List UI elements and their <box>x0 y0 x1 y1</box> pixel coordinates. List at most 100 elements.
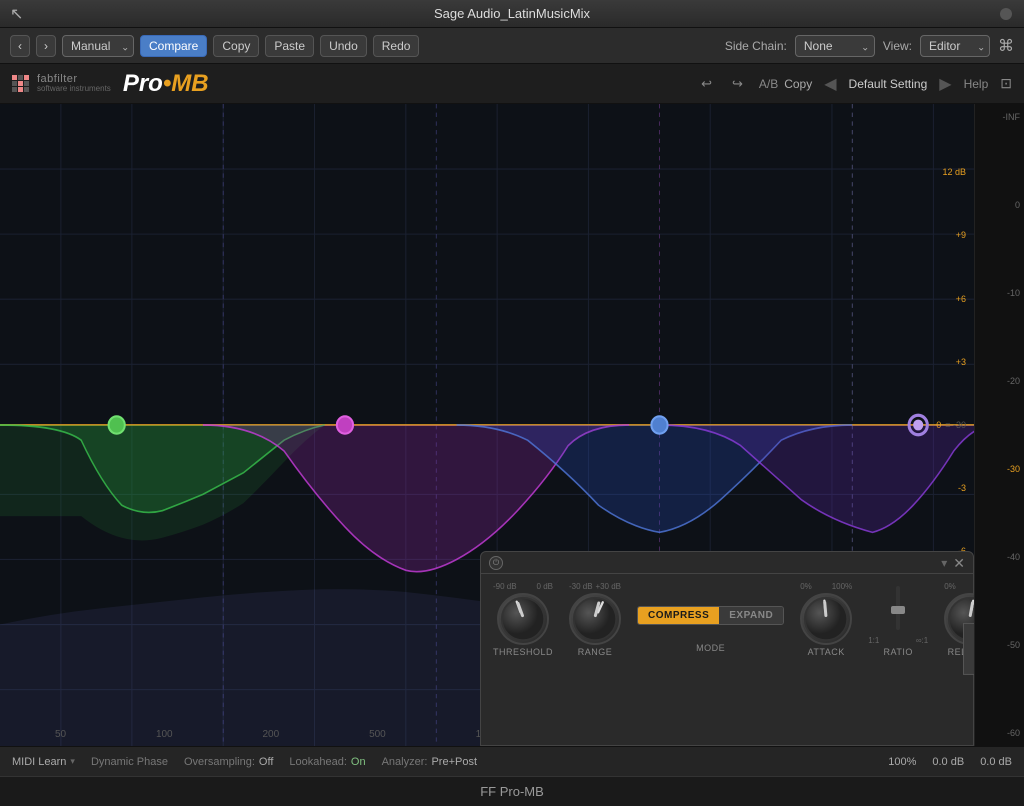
midi-arrow-icon: ▾ <box>70 756 75 767</box>
release-min: 0% <box>944 582 956 591</box>
range-group: -30 dB +30 dB RANGE <box>569 582 621 657</box>
sidechain-select[interactable]: None <box>795 35 875 57</box>
mode-label: MODE <box>696 643 725 653</box>
nav-back-button[interactable]: ‹ <box>10 35 30 57</box>
attack-knob[interactable] <box>800 593 852 645</box>
separator: ◀ <box>824 74 836 94</box>
db-3-label: +3 <box>936 357 966 367</box>
db-50-right: -50 <box>979 640 1020 650</box>
eq-canvas[interactable]: 12 dB +9 +6 +3 0= -30 -3 -6 -9 -12 50 10… <box>0 104 974 746</box>
plugin-header: fabfilter software instruments Pro • MB … <box>0 64 1024 104</box>
analyzer-value[interactable]: Pre+Post <box>431 756 477 768</box>
minimize-button[interactable] <box>1000 8 1012 20</box>
logo-dot <box>12 75 17 80</box>
undo-button[interactable]: Undo <box>320 35 367 57</box>
expert-tab[interactable]: EXPERT <box>963 623 974 675</box>
dynamic-phase-item: Dynamic Phase <box>91 756 168 768</box>
gain2-value: 0.0 dB <box>980 756 1012 768</box>
paste-button[interactable]: Paste <box>265 35 314 57</box>
db-12-label: 12 dB <box>936 167 966 177</box>
range-knob[interactable] <box>569 593 621 645</box>
db-9-label: +9 <box>936 230 966 240</box>
logo-dot <box>18 81 23 86</box>
band-panel-collapse[interactable]: ▾ <box>941 556 947 570</box>
lookahead-status-item: Lookahead: On <box>289 756 365 768</box>
analyzer-label: Analyzer: <box>382 756 428 768</box>
release-scale: 0% 100% <box>944 582 974 591</box>
band-panel-close[interactable]: ✕ <box>953 556 965 570</box>
plugin-name-pre: Pro <box>123 70 163 98</box>
lookahead-status-value[interactable]: On <box>351 756 366 768</box>
ratio-thumb[interactable] <box>891 606 905 614</box>
help-button[interactable]: Help <box>964 77 989 91</box>
mode-buttons-wrapper: COMPRESS EXPAND <box>637 589 784 641</box>
compress-button[interactable]: COMPRESS <box>638 607 719 624</box>
ratio-slider[interactable] <box>896 586 900 630</box>
ab-copy-label[interactable]: Copy <box>784 77 812 91</box>
logo-dot <box>24 81 29 86</box>
logo-dot <box>18 75 23 80</box>
view-label: View: <box>883 39 912 53</box>
gain1-value: 0.0 dB <box>932 756 964 768</box>
plugin-header-controls: ↩ ↪ A/B Copy ◀ Default Setting ▶ Help ⊡ <box>697 74 1012 94</box>
db-10-right: -10 <box>979 288 1020 298</box>
threshold-group: -90 dB 0 dB THRESHOLD <box>493 582 553 657</box>
db-30-right: -30 <box>979 464 1020 474</box>
compare-button[interactable]: Compare <box>140 35 207 57</box>
undo-icon-button[interactable]: ↩ <box>697 74 716 94</box>
midi-learn-label: MIDI Learn <box>12 756 66 768</box>
sidechain-select-wrapper: None <box>795 35 875 57</box>
plugin-name-dot: • <box>163 70 171 98</box>
nav-forward-button[interactable]: › <box>36 35 56 57</box>
mode-buttons: COMPRESS EXPAND <box>637 606 784 625</box>
freq-100: 100 <box>156 729 173 740</box>
redo-icon-button[interactable]: ↪ <box>728 74 747 94</box>
expand-button[interactable]: EXPAND <box>719 607 783 624</box>
band-panel-header: ⏻ ▾ ✕ <box>481 552 973 574</box>
band-power-button[interactable]: ⏻ <box>489 556 503 570</box>
preset-select-wrapper: Manual <box>62 35 134 57</box>
ab-label: A/B <box>759 77 778 91</box>
oversampling-label: Oversampling: <box>184 756 255 768</box>
oversampling-value[interactable]: Off <box>259 756 273 768</box>
main-area: 12 dB +9 +6 +3 0= -30 -3 -6 -9 -12 50 10… <box>0 104 1024 746</box>
freq-200: 200 <box>263 729 280 740</box>
ratio-min: 1:1 <box>868 636 879 645</box>
preset-select[interactable]: Manual <box>62 35 134 57</box>
link-icon[interactable]: ⌘ <box>998 36 1014 56</box>
threshold-knob[interactable] <box>497 593 549 645</box>
sidechain-label: Side Chain: <box>725 39 787 53</box>
gain1-item: 0.0 dB <box>932 756 964 768</box>
range-min: -30 dB <box>569 582 593 591</box>
analyzer-item: Analyzer: Pre+Post <box>382 756 477 768</box>
title-bar: ↖ Sage Audio_LatinMusicMix <box>0 0 1024 28</box>
status-bar: MIDI Learn ▾ Dynamic Phase Oversampling:… <box>0 746 1024 776</box>
view-select[interactable]: Editor <box>920 35 990 57</box>
logo-dot <box>12 87 17 92</box>
freq-50: 50 <box>55 729 66 740</box>
db-0-right: 0 <box>979 200 1020 210</box>
preset-nav: Default Setting <box>849 77 928 91</box>
db-inf: -INF <box>979 112 1020 122</box>
plugin-name-logo: Pro • MB <box>123 70 209 98</box>
gain2-item: 0.0 dB <box>980 756 1012 768</box>
range-scale: -30 dB +30 dB <box>569 582 621 591</box>
threshold-scale: -90 dB 0 dB <box>493 582 553 591</box>
dynamic-phase-label: Dynamic Phase <box>91 756 168 768</box>
db-scale: -INF 0 -10 -20 -30 -40 -50 -60 <box>974 104 1024 746</box>
ratio-scale: 1:1 ∞:1 <box>868 636 928 645</box>
fullscreen-button[interactable]: ⊡ <box>1000 75 1012 92</box>
logo-grid <box>12 75 29 92</box>
logo-dot <box>24 75 29 80</box>
band-panel: ⏻ ▾ ✕ -90 dB 0 dB <box>480 551 974 746</box>
oversampling-item: Oversampling: Off <box>184 756 273 768</box>
expert-tab-wrapper: EXPERT <box>963 623 974 675</box>
copy-button[interactable]: Copy <box>213 35 259 57</box>
midi-learn[interactable]: MIDI Learn ▾ <box>12 756 75 768</box>
plugin-footer: FF Pro-MB <box>0 776 1024 806</box>
brand-subtitle: software instruments <box>37 85 111 93</box>
zoom-value: 100% <box>888 756 916 768</box>
freq-500: 500 <box>369 729 386 740</box>
redo-button[interactable]: Redo <box>373 35 420 57</box>
logo-dot <box>12 81 17 86</box>
